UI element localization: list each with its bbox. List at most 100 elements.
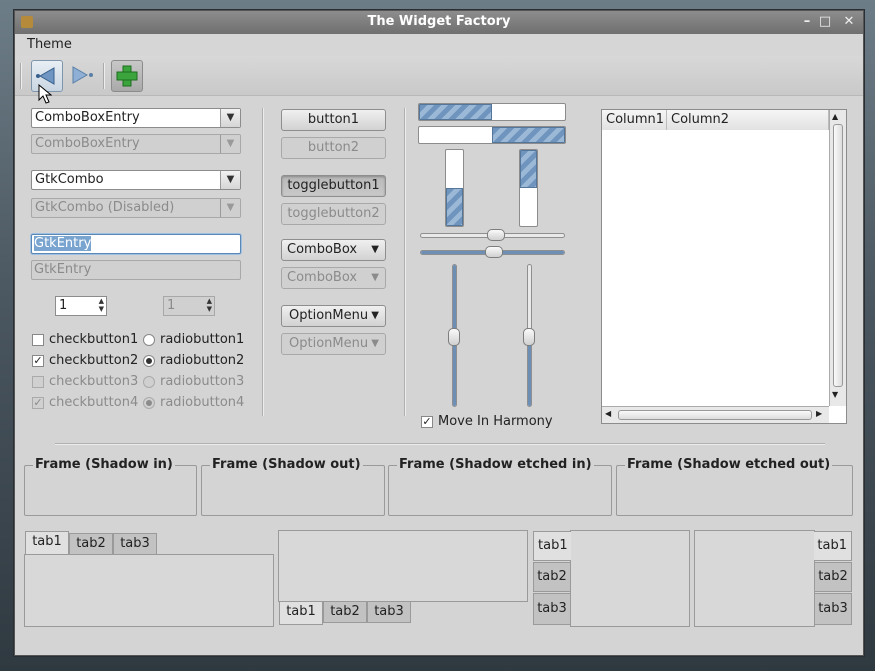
- chevron-down-icon[interactable]: ▼: [220, 109, 240, 127]
- chevron-down-icon: ▼: [220, 135, 240, 153]
- gtk-combo-disabled: GtkCombo (Disabled) ▼: [31, 198, 241, 218]
- tab-left-tab2[interactable]: tab2: [533, 562, 571, 592]
- checkbox-icon: [32, 376, 44, 388]
- spin-arrows-icon[interactable]: ▲ ▼: [99, 297, 104, 313]
- scroll-down-icon[interactable]: ▼: [832, 390, 838, 399]
- progress-fill: [520, 150, 537, 188]
- tab-right-tab1[interactable]: tab1: [814, 531, 852, 561]
- tab-top-tab2[interactable]: tab2: [69, 533, 113, 555]
- checkbutton1[interactable]: checkbutton1: [32, 332, 138, 348]
- notebook-bottom-page: [278, 530, 528, 602]
- gtk-combo-value: GtkCombo: [35, 172, 104, 187]
- button2: button2: [281, 137, 386, 159]
- vertical-scrollbar-thumb[interactable]: [833, 124, 843, 387]
- frame-label: Frame (Shadow etched in): [397, 457, 594, 472]
- combobox-disabled-value: ComboBox: [287, 270, 358, 285]
- progress-bar-vertical-ttb: [519, 149, 538, 227]
- combobox[interactable]: ComboBox ▼: [281, 239, 386, 261]
- hscale-2-knob[interactable]: [484, 246, 503, 258]
- vscale-2-fill: [528, 335, 531, 406]
- progress-bar-ltr: [418, 103, 566, 121]
- checkbox-checked-icon: ✓: [421, 415, 433, 428]
- tab-right-tab2[interactable]: tab2: [814, 562, 852, 592]
- button1[interactable]: button1: [281, 109, 386, 131]
- spin-value: 1: [59, 298, 68, 313]
- chevron-down-icon[interactable]: ▼: [220, 171, 240, 189]
- radiobutton2[interactable]: radiobutton2: [143, 353, 244, 369]
- checkbox-checked-icon: ✓: [32, 396, 44, 409]
- checkbox-checked-icon: ✓: [32, 354, 44, 367]
- progress-fill: [492, 127, 565, 143]
- chevron-down-icon: ▼: [371, 338, 379, 349]
- tab-top-tab1[interactable]: tab1: [25, 531, 69, 555]
- move-in-harmony-check[interactable]: ✓ Move In Harmony: [421, 414, 553, 430]
- title-bar[interactable]: The Widget Factory – □ ✕: [15, 11, 863, 34]
- column1-header[interactable]: Column1: [602, 110, 667, 130]
- vscale-1-knob[interactable]: [448, 327, 460, 346]
- spin-disabled-value: 1: [167, 298, 176, 313]
- horizontal-scrollbar[interactable]: ◀ ▶: [602, 406, 829, 423]
- spin-button-disabled: 1 ▲ ▼: [163, 296, 215, 316]
- menu-bar: Theme: [15, 34, 863, 56]
- notebook-left-page: [570, 530, 690, 627]
- checkbutton-label: checkbutton1: [49, 332, 139, 347]
- progress-bar-vertical-btt: [445, 149, 464, 227]
- notebook-top-page: [24, 554, 274, 627]
- frame-shadow-etched-out: Frame (Shadow etched out): [616, 457, 853, 516]
- hscale-1[interactable]: [420, 229, 565, 241]
- tab-bottom-tab3[interactable]: tab3: [367, 601, 411, 623]
- toolbar-separator: [103, 63, 105, 89]
- add-button[interactable]: [111, 60, 143, 92]
- combobox-disabled: ComboBox ▼: [281, 267, 386, 289]
- hscale-1-knob[interactable]: [487, 229, 506, 241]
- progress-bar-rtl: [418, 126, 566, 144]
- checkbutton-label: checkbutton2: [49, 353, 139, 368]
- vscale-1[interactable]: [448, 264, 460, 407]
- checkbox-icon: [32, 334, 44, 346]
- hscale-2[interactable]: [420, 246, 565, 258]
- tab-bottom-tab1[interactable]: tab1: [279, 601, 323, 625]
- menu-theme[interactable]: Theme: [27, 37, 72, 52]
- chevron-down-icon: ▼: [371, 310, 379, 321]
- tree-view[interactable]: Column1 Column2 ▲ ▼ ◀ ▶: [601, 109, 847, 424]
- tab-left-tab1[interactable]: tab1: [533, 531, 571, 561]
- radiobutton-label: radiobutton4: [160, 395, 245, 410]
- radiobutton-label: radiobutton3: [160, 374, 245, 389]
- checkbutton2[interactable]: ✓ checkbutton2: [32, 353, 138, 369]
- tab-right-tab3[interactable]: tab3: [814, 593, 852, 625]
- combobox-entry[interactable]: ComboBoxEntry ▼: [31, 108, 241, 128]
- tab-bottom-tab2[interactable]: tab2: [323, 601, 367, 623]
- scroll-left-icon[interactable]: ◀: [605, 409, 611, 418]
- radio-icon: [143, 334, 155, 346]
- spin-arrows-icon: ▲ ▼: [206, 297, 212, 313]
- forward-button[interactable]: [67, 60, 99, 92]
- radiobutton1[interactable]: radiobutton1: [143, 332, 244, 348]
- horizontal-scrollbar-thumb[interactable]: [618, 410, 812, 420]
- horizontal-separator: [55, 443, 825, 445]
- gtk-entry-value: GtkEntry: [34, 236, 92, 251]
- arrow-right-icon: [72, 66, 93, 84]
- tab-left-tab3[interactable]: tab3: [533, 593, 571, 625]
- scroll-up-icon[interactable]: ▲: [832, 112, 838, 121]
- column2-header[interactable]: Column2: [667, 110, 829, 130]
- minimize-icon[interactable]: –: [799, 14, 815, 30]
- radio-icon: [143, 376, 155, 388]
- close-icon[interactable]: ✕: [841, 14, 857, 30]
- gtk-combo[interactable]: GtkCombo ▼: [31, 170, 241, 190]
- maximize-icon[interactable]: □: [817, 14, 833, 30]
- option-menu[interactable]: OptionMenu ▼: [281, 305, 386, 327]
- checkbutton3: checkbutton3: [32, 374, 138, 390]
- vscale-2[interactable]: [523, 264, 535, 407]
- vertical-scrollbar[interactable]: ▲ ▼: [829, 110, 846, 406]
- tab-top-tab3[interactable]: tab3: [113, 533, 157, 555]
- spin-button[interactable]: 1 ▲ ▼: [55, 296, 107, 316]
- togglebutton1[interactable]: togglebutton1: [281, 175, 386, 197]
- plus-icon: [116, 65, 138, 87]
- chevron-down-icon: ▼: [220, 199, 240, 217]
- progress-fill: [446, 188, 463, 226]
- vscale-2-knob[interactable]: [523, 327, 535, 346]
- checkbutton-label: checkbutton3: [49, 374, 139, 389]
- gtk-entry[interactable]: GtkEntry: [31, 234, 241, 254]
- radiobutton4: radiobutton4: [143, 395, 244, 411]
- scroll-right-icon[interactable]: ▶: [816, 409, 822, 418]
